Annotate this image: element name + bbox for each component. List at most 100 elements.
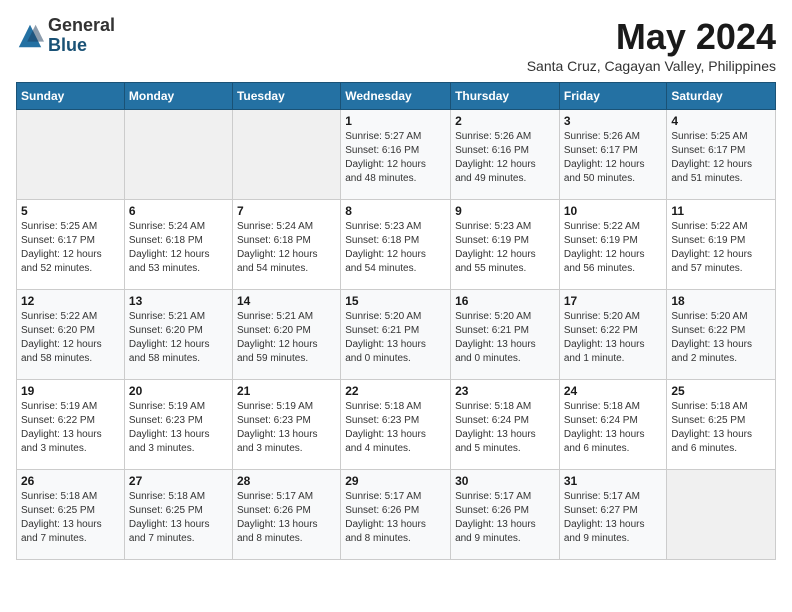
day-number: 31 (564, 474, 663, 488)
day-info: Sunrise: 5:19 AMSunset: 6:22 PMDaylight:… (21, 400, 120, 456)
calendar-cell: 13 Sunrise: 5:21 AMSunset: 6:20 PMDayligh… (124, 290, 232, 380)
day-info: Sunrise: 5:20 AMSunset: 6:21 PMDaylight:… (345, 310, 446, 366)
day-number: 20 (129, 384, 228, 398)
day-number: 26 (21, 474, 120, 488)
day-info: Sunrise: 5:26 AMSunset: 6:16 PMDaylight:… (455, 130, 555, 186)
day-info: Sunrise: 5:21 AMSunset: 6:20 PMDaylight:… (237, 310, 336, 366)
day-number: 27 (129, 474, 228, 488)
calendar-cell: 6Sunrise: 5:24 AMSunset: 6:18 PMDaylight… (124, 200, 232, 290)
header-saturday: Saturday (667, 83, 776, 110)
calendar-body: 1Sunrise: 5:27 AMSunset: 6:16 PMDaylight… (17, 110, 776, 560)
days-of-week-row: Sunday Monday Tuesday Wednesday Thursday… (17, 83, 776, 110)
day-number: 24 (564, 384, 663, 398)
calendar-cell: 25 Sunrise: 5:18 AMSunset: 6:25 PMDayligh… (667, 380, 776, 470)
calendar-cell: 24Sunrise: 5:18 AMSunset: 6:24 PMDayligh… (559, 380, 667, 470)
calendar-cell: 4 Sunrise: 5:25 AMSunset: 6:17 PMDaylight… (667, 110, 776, 200)
calendar-cell: 31 Sunrise: 5:17 AMSunset: 6:27 PMDayligh… (559, 470, 667, 560)
calendar-cell: 1Sunrise: 5:27 AMSunset: 6:16 PMDaylight… (341, 110, 451, 200)
calendar-cell: 2 Sunrise: 5:26 AMSunset: 6:16 PMDaylight… (451, 110, 560, 200)
day-info: Sunrise: 5:17 AMSunset: 6:26 PMDaylight:… (345, 490, 446, 546)
calendar-table: Sunday Monday Tuesday Wednesday Thursday… (16, 82, 776, 560)
calendar-cell: 20 Sunrise: 5:19 AMSunset: 6:23 PMDayligh… (124, 380, 232, 470)
calendar-cell: 17 Sunrise: 5:20 AMSunset: 6:22 PMDayligh… (559, 290, 667, 380)
logo-icon (16, 22, 44, 50)
calendar-header: Sunday Monday Tuesday Wednesday Thursday… (17, 83, 776, 110)
day-info: Sunrise: 5:24 AMSunset: 6:18 PMDaylight:… (237, 220, 336, 276)
day-number: 11 (671, 204, 771, 218)
logo-text: General Blue (48, 16, 115, 56)
calendar-cell: 12 Sunrise: 5:22 AMSunset: 6:20 PMDayligh… (17, 290, 125, 380)
calendar-cell: 27 Sunrise: 5:18 AMSunset: 6:25 PMDayligh… (124, 470, 232, 560)
day-number: 21 (237, 384, 336, 398)
calendar-week-4: 19 Sunrise: 5:19 AMSunset: 6:22 PMDayligh… (17, 380, 776, 470)
calendar-cell: 11 Sunrise: 5:22 AMSunset: 6:19 PMDayligh… (667, 200, 776, 290)
calendar-cell: 9Sunrise: 5:23 AMSunset: 6:19 PMDaylight… (451, 200, 560, 290)
calendar-cell: 28 Sunrise: 5:17 AMSunset: 6:26 PMDayligh… (232, 470, 340, 560)
day-info: Sunrise: 5:18 AMSunset: 6:25 PMDaylight:… (129, 490, 228, 546)
day-number: 28 (237, 474, 336, 488)
month-title: May 2024 (527, 16, 776, 58)
logo-general: General (48, 16, 115, 36)
day-number: 13 (129, 294, 228, 308)
header-wednesday: Wednesday (341, 83, 451, 110)
calendar-cell (667, 470, 776, 560)
calendar-cell: 22 Sunrise: 5:18 AMSunset: 6:23 PMDayligh… (341, 380, 451, 470)
day-number: 17 (564, 294, 663, 308)
calendar-cell: 3 Sunrise: 5:26 AMSunset: 6:17 PMDaylight… (559, 110, 667, 200)
day-number: 3 (564, 114, 663, 128)
day-number: 1 (345, 114, 446, 128)
calendar-cell: 16Sunrise: 5:20 AMSunset: 6:21 PMDayligh… (451, 290, 560, 380)
calendar-cell: 30 Sunrise: 5:17 AMSunset: 6:26 PMDayligh… (451, 470, 560, 560)
calendar-cell: 18 Sunrise: 5:20 AMSunset: 6:22 PMDayligh… (667, 290, 776, 380)
calendar-cell: 26 Sunrise: 5:18 AMSunset: 6:25 PMDayligh… (17, 470, 125, 560)
day-number: 19 (21, 384, 120, 398)
day-info: Sunrise: 5:17 AMSunset: 6:26 PMDaylight:… (237, 490, 336, 546)
day-info: Sunrise: 5:18 AMSunset: 6:25 PMDaylight:… (671, 400, 771, 456)
header-sunday: Sunday (17, 83, 125, 110)
logo-blue: Blue (48, 36, 115, 56)
day-info: Sunrise: 5:23 AMSunset: 6:18 PMDaylight:… (345, 220, 446, 276)
day-number: 18 (671, 294, 771, 308)
day-number: 15 (345, 294, 446, 308)
calendar-cell: 10Sunrise: 5:22 AMSunset: 6:19 PMDayligh… (559, 200, 667, 290)
day-number: 29 (345, 474, 446, 488)
day-info: Sunrise: 5:26 AMSunset: 6:17 PMDaylight:… (564, 130, 663, 186)
day-info: Sunrise: 5:20 AMSunset: 6:22 PMDaylight:… (564, 310, 663, 366)
calendar-cell: 23Sunrise: 5:18 AMSunset: 6:24 PMDayligh… (451, 380, 560, 470)
calendar-cell: 19 Sunrise: 5:19 AMSunset: 6:22 PMDayligh… (17, 380, 125, 470)
day-info: Sunrise: 5:19 AMSunset: 6:23 PMDaylight:… (237, 400, 336, 456)
calendar-cell: 15 Sunrise: 5:20 AMSunset: 6:21 PMDayligh… (341, 290, 451, 380)
day-number: 16 (455, 294, 555, 308)
calendar-cell (124, 110, 232, 200)
title-block: May 2024 Santa Cruz, Cagayan Valley, Phi… (527, 16, 776, 74)
calendar-week-2: 5Sunrise: 5:25 AMSunset: 6:17 PMDaylight… (17, 200, 776, 290)
day-info: Sunrise: 5:18 AMSunset: 6:25 PMDaylight:… (21, 490, 120, 546)
calendar-cell: 7 Sunrise: 5:24 AMSunset: 6:18 PMDaylight… (232, 200, 340, 290)
day-number: 25 (671, 384, 771, 398)
day-number: 14 (237, 294, 336, 308)
day-info: Sunrise: 5:20 AMSunset: 6:22 PMDaylight:… (671, 310, 771, 366)
day-number: 2 (455, 114, 555, 128)
day-info: Sunrise: 5:22 AMSunset: 6:20 PMDaylight:… (21, 310, 120, 366)
location-subtitle: Santa Cruz, Cagayan Valley, Philippines (527, 58, 776, 74)
day-info: Sunrise: 5:21 AMSunset: 6:20 PMDaylight:… (129, 310, 228, 366)
calendar-cell: 5Sunrise: 5:25 AMSunset: 6:17 PMDaylight… (17, 200, 125, 290)
day-info: Sunrise: 5:19 AMSunset: 6:23 PMDaylight:… (129, 400, 228, 456)
calendar-cell: 8Sunrise: 5:23 AMSunset: 6:18 PMDaylight… (341, 200, 451, 290)
day-number: 7 (237, 204, 336, 218)
day-info: Sunrise: 5:22 AMSunset: 6:19 PMDaylight:… (671, 220, 771, 276)
day-info: Sunrise: 5:25 AMSunset: 6:17 PMDaylight:… (671, 130, 771, 186)
day-info: Sunrise: 5:18 AMSunset: 6:24 PMDaylight:… (455, 400, 555, 456)
day-number: 30 (455, 474, 555, 488)
day-info: Sunrise: 5:18 AMSunset: 6:23 PMDaylight:… (345, 400, 446, 456)
header-tuesday: Tuesday (232, 83, 340, 110)
day-number: 4 (671, 114, 771, 128)
day-info: Sunrise: 5:17 AMSunset: 6:26 PMDaylight:… (455, 490, 555, 546)
day-number: 6 (129, 204, 228, 218)
page-header: General Blue May 2024 Santa Cruz, Cagaya… (16, 16, 776, 74)
day-number: 22 (345, 384, 446, 398)
day-number: 12 (21, 294, 120, 308)
day-info: Sunrise: 5:25 AMSunset: 6:17 PMDaylight:… (21, 220, 120, 276)
calendar-cell: 14 Sunrise: 5:21 AMSunset: 6:20 PMDayligh… (232, 290, 340, 380)
day-info: Sunrise: 5:17 AMSunset: 6:27 PMDaylight:… (564, 490, 663, 546)
